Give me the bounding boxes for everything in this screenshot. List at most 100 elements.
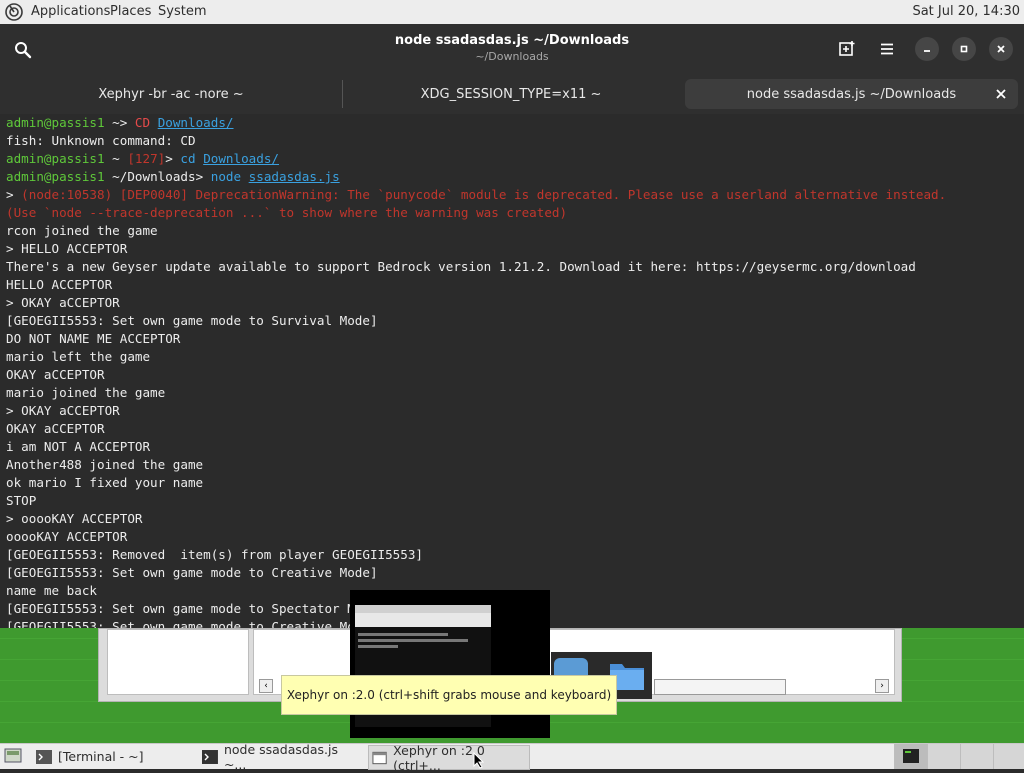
prompt-user: admin@passis1 — [6, 115, 105, 130]
terminal-line: admin@passis1 ~> CD Downloads/ — [6, 114, 234, 132]
terminal-line: ok mario I fixed your name — [6, 475, 204, 490]
top-panel: Applications Places System Sat Jul 20, 1… — [0, 0, 1024, 25]
show-desktop-icon[interactable] — [4, 748, 22, 764]
close-icon — [997, 45, 1005, 53]
thumbnail-text-line — [358, 645, 398, 648]
workspace-3[interactable] — [960, 744, 993, 769]
prompt-dir: ~ — [104, 151, 128, 166]
terminal-line: rcon joined the game — [6, 223, 158, 238]
new-tab-button[interactable] — [835, 37, 859, 61]
horizontal-scrollbar[interactable] — [654, 679, 786, 695]
scroll-right-button[interactable]: › — [875, 679, 889, 693]
menu-button[interactable] — [875, 37, 899, 61]
deprecation-hint: (Use `node --trace-deprecation ...` to s… — [6, 205, 568, 220]
terminal-icon — [36, 749, 52, 764]
prompt-command: CD — [134, 115, 151, 130]
taskbar-label: node ssadasdas.js ~... — [223, 741, 338, 772]
output-gt: > — [6, 187, 22, 202]
window-thumbnail-preview[interactable] — [350, 590, 550, 738]
prompt-argument: ssadasdas.js — [248, 169, 340, 184]
prompt-user: admin@passis1 — [6, 151, 105, 166]
tooltip: Xephyr on :2.0 (ctrl+shift grabs mouse a… — [281, 675, 617, 715]
distro-logo-icon[interactable] — [5, 3, 23, 21]
tab-label: Xephyr -br -ac -nore ~ — [98, 86, 244, 102]
window-title: node ssadasdas.js ~/Downloads — [394, 33, 630, 48]
mouse-cursor-icon — [473, 752, 485, 769]
terminal-line: OKAY aCCEPTOR — [6, 421, 105, 436]
terminal-line: name me back — [6, 583, 97, 598]
tab-node-downloads[interactable]: node ssadasdas.js ~/Downloads — [685, 79, 1018, 109]
tab-label: XDG_SESSION_TYPE=x11 ~ — [420, 86, 602, 102]
tab-label: node ssadasdas.js ~/Downloads — [746, 86, 957, 102]
terminal-line: [GEOEGII5553: Set own game mode to Spect… — [6, 601, 386, 616]
taskbar-item-xephyr[interactable]: Xephyr on :2.0 (ctrl+... — [368, 742, 530, 773]
window-icon — [372, 751, 387, 764]
workspace-4[interactable] — [993, 744, 1024, 769]
terminal-line: There's a new Geyser update available to… — [6, 259, 916, 274]
terminal-line: > (node:10538) [DEP0040] DeprecationWarn… — [6, 186, 946, 204]
terminal-line: [GEOEGII5553: Set own game mode to Creat… — [6, 619, 378, 628]
taskbar-label: Xephyr on :2.0 (ctrl+... — [393, 742, 485, 773]
terminal-line: HELLO ACCEPTOR — [6, 277, 113, 292]
new-tab-icon — [839, 41, 855, 56]
applications-menu[interactable]: Applications — [31, 4, 110, 19]
terminal-line: admin@passis1 ~/Downloads> node ssadasda… — [6, 168, 340, 186]
chevron-left-icon: ‹ — [264, 681, 268, 691]
tab-bar: Xephyr -br -ac -nore ~ XDG_SESSION_TYPE=… — [0, 74, 1024, 115]
terminal-icon — [903, 749, 919, 763]
thumbnail-text-line — [358, 639, 468, 642]
deprecation-warning: (node:10538) [DEP0040] DeprecationWarnin… — [21, 187, 947, 202]
maximize-button[interactable] — [952, 37, 976, 61]
tab-xephyr[interactable]: Xephyr -br -ac -nore ~ — [0, 74, 342, 114]
thumbnail-titlebar — [355, 605, 491, 613]
prompt-dir: ~/Downloads> — [104, 169, 211, 184]
thumbnail-text-line — [358, 633, 448, 636]
terminal-line: mario left the game — [6, 349, 151, 364]
terminal-line: STOP — [6, 493, 37, 508]
taskbar-item-node[interactable]: node ssadasdas.js ~... — [202, 742, 364, 772]
tab-close-icon[interactable] — [996, 89, 1006, 99]
tab-xdg-session[interactable]: XDG_SESSION_TYPE=x11 ~ — [343, 74, 679, 114]
prompt-command: node — [210, 169, 242, 184]
prompt-command: cd — [180, 151, 196, 166]
hamburger-icon — [881, 43, 893, 55]
close-button[interactable] — [989, 37, 1013, 61]
chevron-right-icon: › — [880, 681, 884, 691]
terminal-line: fish: Unknown command: CD — [6, 133, 196, 148]
terminal-line: [GEOEGII5553: Set own game mode to Survi… — [6, 313, 378, 328]
workspace-1[interactable] — [894, 744, 927, 769]
maximize-icon — [960, 45, 968, 53]
terminal-line: OKAY aCCEPTOR — [6, 367, 105, 382]
terminal-line: > OKAY aCCEPTOR — [6, 403, 120, 418]
prompt-exit-status: [127] — [127, 151, 166, 166]
terminal-line: mario joined the game — [6, 385, 166, 400]
terminal-line: > ooooKAY ACCEPTOR — [6, 511, 143, 526]
prompt-dir: ~> — [104, 115, 135, 130]
scroll-left-button[interactable]: ‹ — [259, 679, 273, 693]
terminal-line: [GEOEGII5553: Set own game mode to Creat… — [6, 565, 378, 580]
taskbar-item-terminal[interactable]: [Terminal - ~] — [36, 745, 196, 768]
terminal-line: admin@passis1 ~ [127]> cd Downloads/ — [6, 150, 279, 168]
prompt-gt: > — [165, 151, 181, 166]
terminal-line: > HELLO ACCEPTOR — [6, 241, 128, 256]
minimize-button[interactable] — [915, 37, 939, 61]
bottom-panel: [Terminal - ~] node ssadasdas.js ~... Xe… — [0, 742, 1024, 773]
terminal-icon — [202, 749, 218, 764]
workspace-2[interactable] — [927, 744, 960, 769]
terminal-line: ooooKAY ACCEPTOR — [6, 529, 128, 544]
side-pane[interactable] — [107, 629, 249, 695]
taskbar-label: [Terminal - ~] — [58, 749, 144, 764]
terminal-line: > OKAY aCCEPTOR — [6, 295, 120, 310]
places-menu[interactable]: Places — [110, 4, 151, 19]
terminal-output[interactable]: admin@passis1 ~> CD Downloads/ fish: Unk… — [0, 114, 1024, 628]
system-menu[interactable]: System — [158, 4, 206, 19]
terminal-line: [GEOEGII5553: Removed item(s) from playe… — [6, 547, 424, 562]
prompt-user: admin@passis1 — [6, 169, 105, 184]
terminal-line: i am NOT A ACCEPTOR — [6, 439, 151, 454]
terminal-line: Another488 joined the game — [6, 457, 204, 472]
terminal-headerbar: node ssadasdas.js ~/Downloads ~/Download… — [0, 24, 1024, 74]
prompt-argument: Downloads/ — [157, 115, 234, 130]
clock[interactable]: Sat Jul 20, 14:30 — [912, 4, 1020, 19]
terminal-line: DO NOT NAME ME ACCEPTOR — [6, 331, 181, 346]
prompt-argument: Downloads/ — [203, 151, 280, 166]
